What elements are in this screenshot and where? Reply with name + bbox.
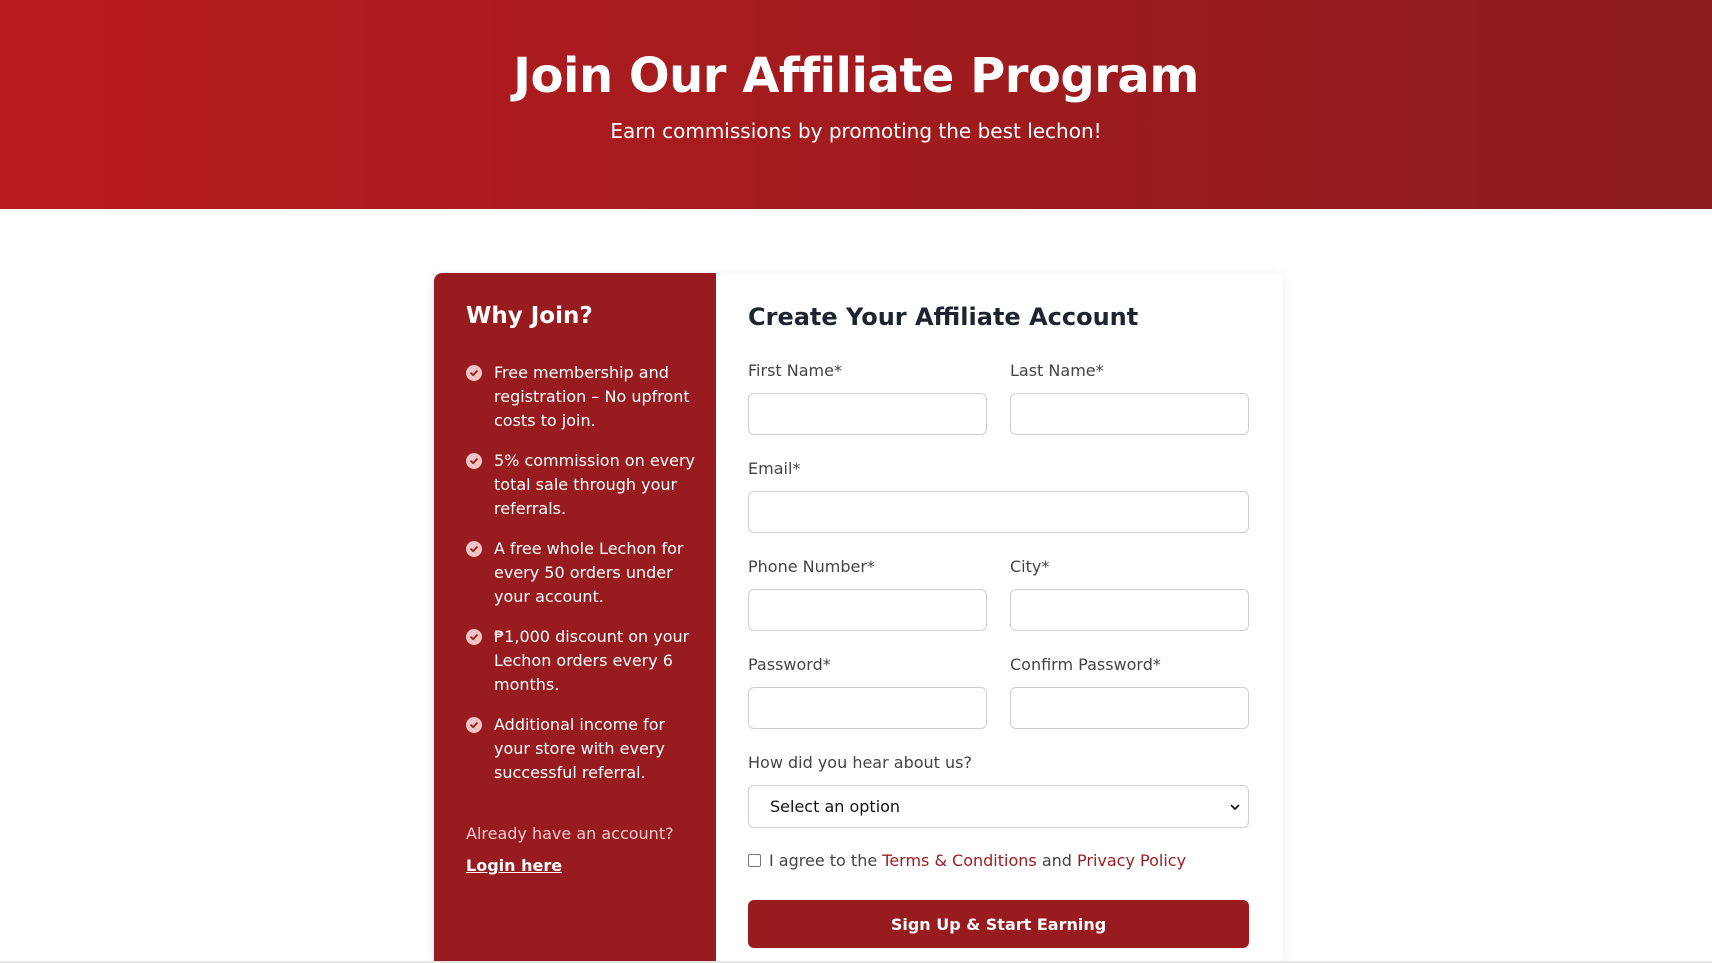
benefit-item: Additional income for your store with ev…	[466, 713, 706, 785]
sign-up-button[interactable]: Sign Up & Start Earning	[748, 900, 1249, 948]
why-join-panel: Why Join? Free membership and registrati…	[434, 273, 716, 963]
confirm-password-input[interactable]	[1010, 687, 1249, 729]
benefit-text: ₱1,000 discount on your Lechon orders ev…	[494, 627, 690, 694]
chevron-down-icon	[1230, 797, 1240, 816]
check-circle-icon	[466, 717, 482, 733]
benefit-text: A free whole Lechon for every 50 orders …	[494, 539, 684, 606]
terms-agreement: I agree to the Terms & Conditions and Pr…	[748, 851, 1186, 870]
benefit-item: ₱1,000 discount on your Lechon orders ev…	[466, 625, 706, 697]
password-input[interactable]	[748, 687, 987, 729]
benefit-text: Additional income for your store with ev…	[494, 715, 666, 782]
referral-source-select[interactable]: Select an option	[748, 785, 1249, 828]
first-name-label: First Name*	[748, 361, 842, 380]
login-link[interactable]: Login here	[466, 856, 562, 875]
terms-checkbox[interactable]	[748, 854, 761, 867]
agree-and: and	[1041, 851, 1072, 870]
page-title: Join Our Affiliate Program	[513, 48, 1199, 104]
benefit-item: Free membership and registration – No up…	[466, 361, 706, 433]
check-circle-icon	[466, 541, 482, 557]
last-name-input[interactable]	[1010, 393, 1249, 435]
referral-source-label: How did you hear about us?	[748, 753, 972, 772]
phone-label: Phone Number*	[748, 557, 875, 576]
email-label: Email*	[748, 459, 801, 478]
check-circle-icon	[466, 365, 482, 381]
privacy-link[interactable]: Privacy Policy	[1077, 851, 1186, 870]
confirm-password-label: Confirm Password*	[1010, 655, 1161, 674]
password-label: Password*	[748, 655, 831, 674]
city-input[interactable]	[1010, 589, 1249, 631]
already-have-account-text: Already have an account?	[466, 824, 674, 843]
benefit-text: 5% commission on every total sale throug…	[494, 451, 696, 518]
last-name-label: Last Name*	[1010, 361, 1104, 380]
signup-card: Why Join? Free membership and registrati…	[434, 273, 1283, 963]
referral-source-value: Select an option	[770, 797, 901, 816]
benefit-item: 5% commission on every total sale throug…	[466, 449, 706, 521]
benefits-list: Free membership and registration – No up…	[466, 361, 706, 801]
page-subtitle: Earn commissions by promoting the best l…	[610, 119, 1102, 143]
terms-link[interactable]: Terms & Conditions	[882, 851, 1036, 870]
email-input[interactable]	[748, 491, 1249, 533]
benefit-item: A free whole Lechon for every 50 orders …	[466, 537, 706, 609]
first-name-input[interactable]	[748, 393, 987, 435]
city-label: City*	[1010, 557, 1050, 576]
hero-banner: Join Our Affiliate Program Earn commissi…	[0, 0, 1712, 209]
phone-input[interactable]	[748, 589, 987, 631]
check-circle-icon	[466, 629, 482, 645]
benefit-text: Free membership and registration – No up…	[494, 363, 690, 430]
check-circle-icon	[466, 453, 482, 469]
form-heading: Create Your Affiliate Account	[748, 303, 1139, 331]
agree-prefix: I agree to the	[769, 851, 878, 870]
why-join-heading: Why Join?	[466, 303, 593, 329]
